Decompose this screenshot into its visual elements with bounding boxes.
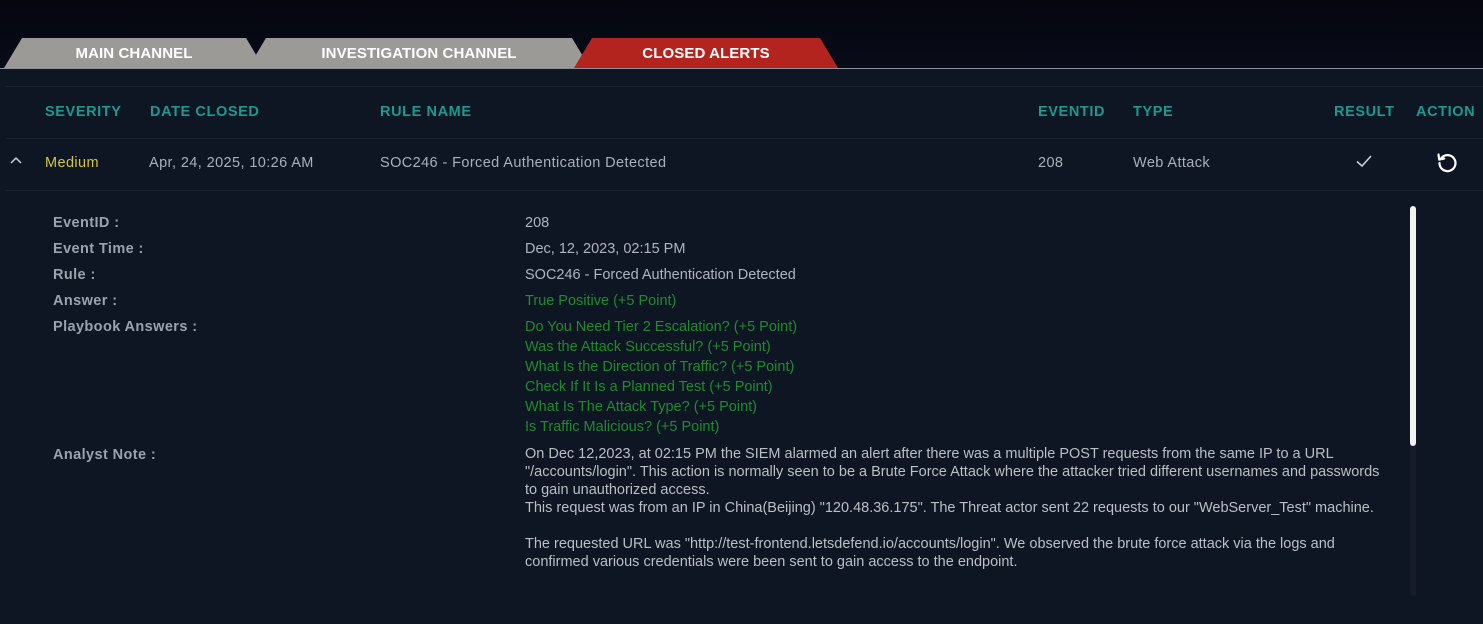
playbook-answer: Do You Need Tier 2 Escalation? (+5 Point… <box>525 319 798 335</box>
tab-investigation-channel[interactable]: INVESTIGATION CHANNEL <box>248 38 590 68</box>
eventid-value: 208 <box>1038 155 1064 171</box>
undo-icon[interactable] <box>1435 150 1459 174</box>
event-time-value: Dec, 12, 2023, 02:15 PM <box>525 241 686 257</box>
answer-value: True Positive (+5 Point) <box>525 293 677 309</box>
playbook-answers-label: Playbook Answers : <box>53 319 198 335</box>
note-paragraph: The requested URL was "http://test-front… <box>525 536 1335 570</box>
playbook-answers-list: Do You Need Tier 2 Escalation? (+5 Point… <box>525 317 797 437</box>
note-paragraph: This request was from an IP in China(Bei… <box>525 500 1374 516</box>
playbook-answer: What Is The Attack Type? (+5 Point) <box>525 399 757 415</box>
answer-label: Answer : <box>53 293 118 309</box>
col-action: ACTION <box>1416 104 1476 120</box>
rule-value: SOC246 - Forced Authentication Detected <box>525 267 796 283</box>
analyst-note-text: On Dec 12,2023, at 02:15 PM the SIEM ala… <box>525 445 1385 571</box>
analyst-note-label: Analyst Note : <box>53 447 157 463</box>
eventid-label: EventID : <box>53 215 120 231</box>
severity-value: Medium <box>45 155 99 171</box>
col-type[interactable]: TYPE <box>1133 104 1173 120</box>
col-eventid[interactable]: EVENTID <box>1038 104 1105 120</box>
col-rule-name[interactable]: RULE NAME <box>380 104 472 120</box>
eventid-detail: 208 <box>525 215 550 231</box>
playbook-answer: Was the Attack Successful? (+5 Point) <box>525 339 771 355</box>
note-paragraph: On Dec 12,2023, at 02:15 PM the SIEM ala… <box>525 446 1380 498</box>
alert-details: EventID : 208 Event Time : Dec, 12, 2023… <box>0 192 1430 602</box>
details-scrollbar-thumb[interactable] <box>1410 206 1416 446</box>
table-row[interactable]: Medium Apr, 24, 2025, 10:26 AM SOC246 - … <box>6 138 1483 191</box>
rule-label: Rule : <box>53 267 96 283</box>
col-result: RESULT <box>1334 104 1395 120</box>
rule-name-value: SOC246 - Forced Authentication Detected <box>380 155 667 171</box>
type-value: Web Attack <box>1133 155 1211 171</box>
note-paragraph <box>525 517 1385 535</box>
event-time-label: Event Time : <box>53 241 144 257</box>
playbook-answer: Check If It Is a Planned Test (+5 Point) <box>525 379 773 395</box>
date-closed-value: Apr, 24, 2025, 10:26 AM <box>149 155 314 171</box>
table-header: SEVERITY DATE CLOSED RULE NAME EVENTID T… <box>6 86 1483 139</box>
tab-bar: MAIN CHANNEL INVESTIGATION CHANNEL CLOSE… <box>0 0 1483 69</box>
check-icon <box>1356 155 1372 168</box>
playbook-answer: What Is the Direction of Traffic? (+5 Po… <box>525 359 795 375</box>
playbook-answer: Is Traffic Malicious? (+5 Point) <box>525 419 720 435</box>
tab-closed-alerts[interactable]: CLOSED ALERTS <box>574 38 838 68</box>
chevron-up-icon[interactable] <box>8 153 24 169</box>
col-severity[interactable]: SEVERITY <box>45 104 122 120</box>
col-date-closed[interactable]: DATE CLOSED <box>150 104 259 120</box>
tab-main-channel[interactable]: MAIN CHANNEL <box>4 38 264 68</box>
